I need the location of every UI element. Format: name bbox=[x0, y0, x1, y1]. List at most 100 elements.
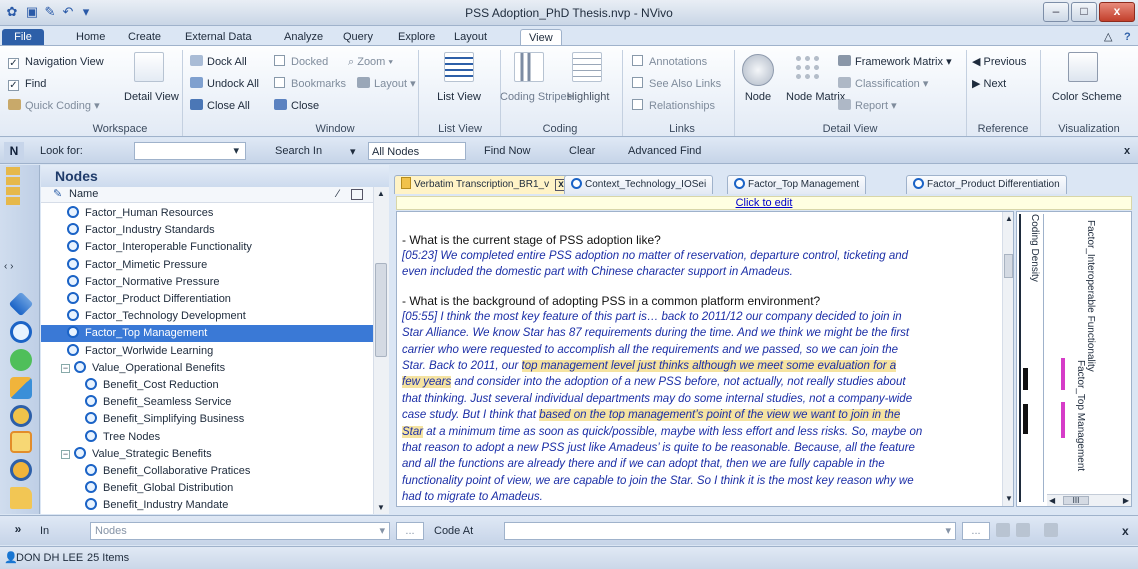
scroll-thumb[interactable] bbox=[375, 263, 387, 357]
reports-icon[interactable] bbox=[10, 431, 32, 453]
node-row[interactable]: Tree Nodes bbox=[41, 429, 373, 446]
node-row[interactable]: Benefit_Global Distribution bbox=[41, 480, 373, 497]
list-view-button[interactable] bbox=[444, 52, 474, 82]
coded-highlight[interactable]: Star bbox=[402, 425, 424, 438]
sort-icon[interactable]: ⁄ bbox=[337, 187, 339, 202]
find-checkbox[interactable]: ✓ Find bbox=[8, 76, 46, 92]
close-button[interactable]: Close bbox=[274, 98, 319, 114]
code-at-input[interactable]: ▾ bbox=[504, 522, 956, 540]
sources-icon[interactable] bbox=[8, 291, 34, 317]
coded-highlight[interactable]: few years bbox=[402, 376, 452, 389]
coding-stripe-top-management[interactable] bbox=[1061, 402, 1065, 438]
code-icon[interactable] bbox=[996, 523, 1010, 537]
highlight-button[interactable] bbox=[572, 52, 602, 82]
tab-file[interactable]: File bbox=[2, 29, 44, 46]
tab-view[interactable]: View bbox=[520, 29, 562, 46]
scroll-left-icon[interactable]: ◀ bbox=[1049, 495, 1055, 506]
expand-arrows-icon[interactable]: ‹ › bbox=[4, 261, 13, 272]
node-row[interactable]: Factor_Product Differentiation bbox=[41, 291, 373, 308]
node-matrix-icon[interactable] bbox=[794, 54, 822, 82]
node-row[interactable]: Factor_Industry Standards bbox=[41, 222, 373, 239]
scroll-right-icon[interactable]: ▶ bbox=[1123, 495, 1129, 506]
tab-query[interactable]: Query bbox=[335, 29, 381, 46]
scroll-up-icon[interactable]: ▲ bbox=[1005, 214, 1013, 223]
framework-matrix-button[interactable]: Framework Matrix ▾ bbox=[838, 54, 952, 70]
navigation-toggle[interactable]: N bbox=[4, 142, 24, 160]
next-button[interactable]: ▶ Next bbox=[972, 76, 1006, 92]
tab-external-data[interactable]: External Data bbox=[177, 29, 260, 46]
zoom-button[interactable]: ⌕ Zoom ▾ bbox=[348, 54, 393, 70]
queries-icon[interactable] bbox=[10, 405, 32, 427]
report-button[interactable]: Report ▾ bbox=[838, 98, 897, 114]
in-nodes-select[interactable]: Nodes ▾ bbox=[90, 522, 390, 540]
tab-home[interactable]: Home bbox=[68, 29, 113, 46]
scroll-up-icon[interactable]: ▲ bbox=[377, 189, 385, 198]
detail-view-button[interactable] bbox=[134, 52, 168, 82]
document-content[interactable]: - What is the current stage of PSS adopt… bbox=[396, 211, 1014, 507]
search-scope-select[interactable]: All Nodes bbox=[368, 142, 466, 160]
node-row[interactable]: Factor_Human Resources bbox=[41, 205, 373, 222]
uncode-icon[interactable] bbox=[1016, 523, 1030, 537]
tab-context-technology[interactable]: Context_Technology_IOSei bbox=[564, 175, 714, 194]
nodes-scrollbar[interactable]: ▲ ▼ bbox=[373, 187, 389, 514]
column-chooser-icon[interactable] bbox=[351, 189, 363, 200]
node-view-icon[interactable] bbox=[742, 54, 774, 86]
stripe-label-top-management[interactable]: Factor_Top Management bbox=[1075, 360, 1086, 471]
code-at-browse-button[interactable]: ... bbox=[962, 522, 990, 540]
collections-icon[interactable] bbox=[10, 377, 32, 399]
close-all-button[interactable]: Close All bbox=[190, 98, 250, 114]
click-to-edit-link[interactable]: Click to edit bbox=[736, 197, 793, 209]
classifications-icon[interactable] bbox=[10, 349, 32, 371]
tab-layout[interactable]: Layout bbox=[446, 29, 495, 46]
code-in-vivo-icon[interactable] bbox=[1044, 523, 1058, 537]
stripes-horizontal-scrollbar[interactable]: ◀ III ▶ bbox=[1047, 494, 1131, 506]
models-icon[interactable] bbox=[10, 459, 32, 481]
dock-all-button[interactable]: Dock All bbox=[190, 54, 247, 70]
node-row[interactable]: Factor_Mimetic Pressure bbox=[41, 257, 373, 274]
relationships-checkbox[interactable]: Relationships bbox=[632, 98, 715, 114]
folder-icon[interactable] bbox=[6, 167, 20, 207]
see-also-links-checkbox[interactable]: See Also Links bbox=[632, 76, 721, 92]
node-row[interactable]: Factor_Top Management bbox=[41, 325, 373, 343]
collapse-icon[interactable]: − bbox=[61, 363, 70, 373]
undock-all-button[interactable]: Undock All bbox=[190, 76, 259, 92]
folders-icon[interactable] bbox=[10, 487, 32, 509]
minimize-button[interactable]: – bbox=[1043, 2, 1069, 22]
close-window-button[interactable]: x bbox=[1099, 2, 1135, 22]
find-now-button[interactable]: Find Now bbox=[484, 145, 530, 157]
collapse-icon[interactable]: − bbox=[61, 449, 70, 459]
tab-factor-top-management[interactable]: Factor_Top Management bbox=[727, 175, 867, 194]
docked-checkbox[interactable]: Docked bbox=[274, 54, 328, 70]
node-row[interactable]: Benefit_Collaborative Pratices bbox=[41, 463, 373, 480]
previous-button[interactable]: ◀ Previous bbox=[972, 54, 1026, 70]
layout-button[interactable]: Layout ▾ bbox=[357, 76, 416, 92]
node-row[interactable]: Factor_Technology Development bbox=[41, 308, 373, 325]
nodes-icon[interactable] bbox=[10, 321, 32, 343]
node-row[interactable]: Benefit_Industry Mandate bbox=[41, 497, 373, 514]
node-row[interactable]: Benefit_Cost Reduction bbox=[41, 377, 373, 394]
coded-highlight[interactable]: based on the top management’s point of t… bbox=[539, 409, 901, 422]
close-code-bar-button[interactable]: x bbox=[1122, 524, 1129, 538]
scroll-thumb[interactable] bbox=[1004, 254, 1013, 278]
chevron-down-icon[interactable]: ▾ bbox=[945, 523, 951, 539]
tab-explore[interactable]: Explore bbox=[390, 29, 443, 46]
document-scrollbar[interactable]: ▲ ▼ bbox=[1002, 212, 1013, 506]
stripe-label-interoperable[interactable]: Factor_Interoperable Functionality bbox=[1085, 220, 1096, 372]
coding-stripe-top-management[interactable] bbox=[1061, 358, 1065, 390]
node-row[interactable]: Factor_Interoperable Functionality bbox=[41, 239, 373, 256]
expand-panel-icon[interactable]: » bbox=[6, 522, 30, 540]
coding-stripes-button[interactable] bbox=[514, 52, 544, 82]
tab-factor-product-differentiation[interactable]: Factor_Product Differentiation bbox=[906, 175, 1067, 194]
quick-coding-button[interactable]: Quick Coding ▾ bbox=[8, 98, 100, 114]
navigation-view-checkbox[interactable]: ✓ Navigation View bbox=[8, 54, 104, 70]
browse-button[interactable]: ... bbox=[396, 522, 424, 540]
classification-button[interactable]: Classification ▾ bbox=[838, 76, 928, 92]
node-row[interactable]: Factor_Worlwide Learning bbox=[41, 343, 373, 360]
scroll-down-icon[interactable]: ▼ bbox=[377, 503, 385, 512]
bookmarks-checkbox[interactable]: Bookmarks bbox=[274, 76, 346, 92]
chevron-down-icon[interactable]: ▾ bbox=[379, 523, 385, 539]
tab-analyze[interactable]: Analyze bbox=[276, 29, 331, 46]
color-scheme-button[interactable] bbox=[1068, 52, 1098, 82]
annotations-checkbox[interactable]: Annotations bbox=[632, 54, 707, 70]
node-row[interactable]: Benefit_Seamless Service bbox=[41, 394, 373, 411]
